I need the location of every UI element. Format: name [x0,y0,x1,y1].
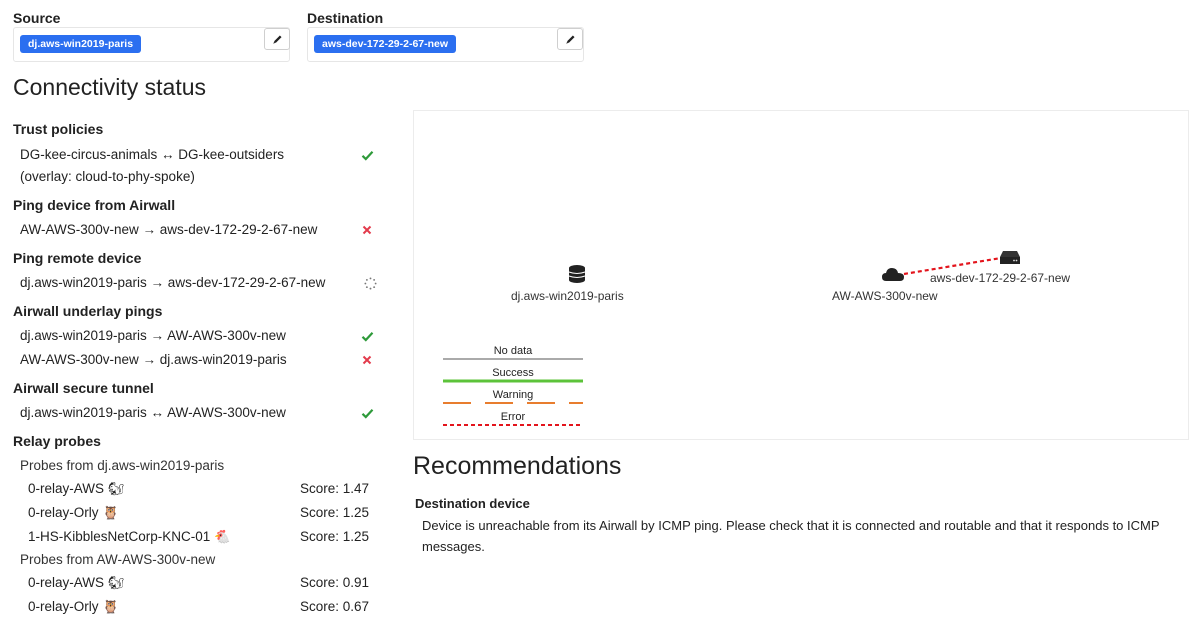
secure-tunnel-row: dj.aws-win2019-paris ↔ AW-AWS-300v-new [13,402,383,424]
error-x-icon [360,349,374,371]
ping-remote-row: dj.aws-win2019-paris → aws-dev-172-29-2-… [13,272,383,294]
connectivity-status-panel: Trust policies DG-kee-circus-animals ↔ D… [13,118,383,619]
recommendation-subtitle: Destination device [415,496,530,511]
ping-device-title: Ping device from Airwall [13,197,176,213]
legend-error-label: Error [500,411,526,423]
connectivity-status-title: Connectivity status [13,74,207,100]
legend-no-data-label: No data [493,345,533,357]
legend-warning-label: Warning [492,389,534,401]
owl-icon: 🦉 [102,599,119,614]
source-node-label: dj.aws-win2019-paris [511,289,624,303]
trust-policies-title: Trust policies [13,121,104,137]
probes-group-title: Probes from dj.aws-win2019-paris [20,458,225,473]
probes-group-title: Probes from AW-AWS-300v-new [20,552,216,567]
ping-device-row: AW-AWS-300v-new → aws-dev-172-29-2-67-ne… [13,219,383,241]
relay-probes-title: Relay probes [13,433,101,449]
squirrel-icon: 🐿 [108,481,125,496]
destination-node-label: aws-dev-172-29-2-67-new [930,271,1071,285]
ping-remote-text: dj.aws-win2019-paris → aws-dev-172-29-2-… [20,275,326,290]
probe-score: Score: 1.47 [300,481,370,496]
underlay-text: AW-AWS-300v-new → dj.aws-win2019-paris [20,352,287,367]
probe-name: 0-relay-AWS [28,575,105,590]
cloud-icon[interactable] [882,268,904,281]
error-x-icon [360,219,374,241]
loading-spinner-icon [363,272,377,294]
destination-field[interactable]: aws-dev-172-29-2-67-new [307,27,584,62]
chicken-icon: 🐔 [214,529,231,544]
probe-name: 0-relay-Orly [28,599,99,614]
probe-row: 0-relay-Orly 🦉 Score: 1.25 [13,501,383,525]
source-chip[interactable]: dj.aws-win2019-paris [20,35,142,53]
probe-name: 0-relay-Orly [28,505,99,520]
probe-row: 0-relay-AWS 🐿 Score: 0.91 [13,571,383,595]
underlay-row: AW-AWS-300v-new → dj.aws-win2019-paris [13,349,383,371]
destination-chip[interactable]: aws-dev-172-29-2-67-new [314,35,457,53]
probe-score: Score: 0.67 [300,599,370,614]
network-diagram[interactable]: dj.aws-win2019-paris AW-AWS-300v-new aws… [413,110,1189,440]
squirrel-icon: 🐿 [108,575,125,590]
success-check-icon [360,325,374,347]
underlay-row: dj.aws-win2019-paris → AW-AWS-300v-new [13,325,383,347]
airwall-node-label: AW-AWS-300v-new [832,289,938,303]
underlay-pings-title: Airwall underlay pings [13,303,163,319]
probe-name: 1-HS-KibblesNetCorp-KNC-01 [28,529,211,544]
legend-success-label: Success [492,367,534,379]
pencil-icon [565,34,575,44]
probe-row: 1-HS-KibblesNetCorp-KNC-01 🐔 Score: 1.25 [13,525,383,549]
success-check-icon [360,402,374,424]
trust-policy-text: DG-kee-circus-animals ↔ DG-kee-outsiders [20,147,285,162]
pencil-icon [272,34,282,44]
probe-row: 0-relay-AWS 🐿 Score: 1.47 [13,477,383,501]
underlay-text: dj.aws-win2019-paris → AW-AWS-300v-new [20,328,286,343]
recommendation-text: Device is unreachable from its Airwall b… [422,518,1160,554]
recommendations-title: Recommendations [413,452,622,480]
trust-policy-row: DG-kee-circus-animals ↔ DG-kee-outsiders… [13,144,383,188]
source-label: Source [13,10,61,26]
owl-icon: 🦉 [102,505,119,520]
trust-policy-overlay: (overlay: cloud-to-phy-spoke) [20,169,195,184]
probe-score: Score: 1.25 [300,505,370,520]
secure-tunnel-text: dj.aws-win2019-paris ↔ AW-AWS-300v-new [20,405,286,420]
router-icon[interactable] [1000,251,1020,264]
destination-edit-button[interactable] [557,28,583,50]
success-check-icon [360,144,374,166]
secure-tunnel-title: Airwall secure tunnel [13,380,154,396]
probe-score: Score: 0.91 [300,575,370,590]
database-icon[interactable] [568,265,586,283]
source-edit-button[interactable] [264,28,290,50]
probe-name: 0-relay-AWS [28,481,105,496]
probe-row: 0-relay-Orly 🦉 Score: 0.67 [13,595,383,619]
ping-remote-title: Ping remote device [13,250,142,266]
ping-device-text: AW-AWS-300v-new → aws-dev-172-29-2-67-ne… [20,222,318,237]
probe-score: Score: 1.25 [300,529,370,544]
source-field[interactable]: dj.aws-win2019-paris [13,27,290,62]
destination-label: Destination [307,10,384,26]
